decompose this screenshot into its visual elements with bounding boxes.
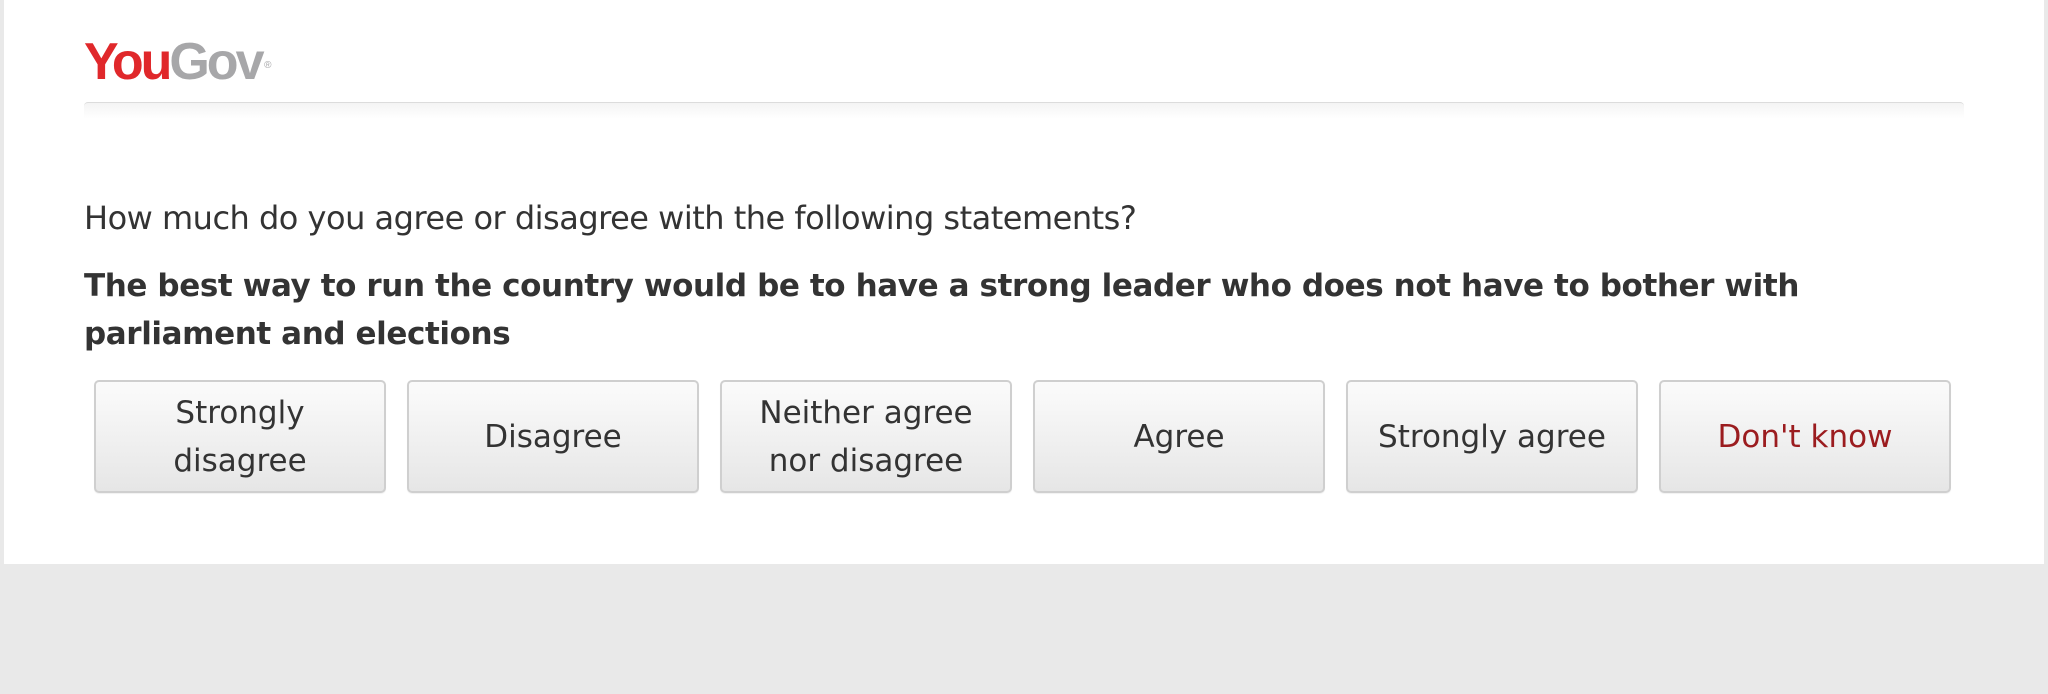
statement-text: The best way to run the country would be… bbox=[84, 268, 1799, 352]
option-neither-button[interactable]: Neither agree nor disagree bbox=[720, 380, 1012, 493]
option-label: Neither agree nor disagree bbox=[759, 394, 973, 479]
header-divider bbox=[84, 102, 1964, 119]
logo-you-text: You bbox=[84, 33, 172, 91]
answer-options: Strongly disagree Disagree Neither agree… bbox=[94, 380, 1951, 493]
option-label: Disagree bbox=[484, 418, 622, 455]
option-label: Strongly agree bbox=[1378, 418, 1606, 455]
option-label: Strongly disagree bbox=[173, 394, 307, 479]
option-label: Don't know bbox=[1717, 418, 1893, 455]
option-dont-know-button[interactable]: Don't know bbox=[1659, 380, 1951, 493]
option-strongly-disagree-button[interactable]: Strongly disagree bbox=[94, 380, 386, 493]
logo-gov-text: Gov bbox=[169, 33, 264, 91]
option-strongly-agree-button[interactable]: Strongly agree bbox=[1346, 380, 1638, 493]
yougov-logo: YouGov ® bbox=[84, 32, 272, 92]
option-agree-button[interactable]: Agree bbox=[1033, 380, 1325, 493]
question-text: How much do you agree or disagree with t… bbox=[84, 199, 1137, 237]
registered-mark: ® bbox=[264, 60, 272, 71]
option-label: Agree bbox=[1133, 418, 1225, 455]
option-disagree-button[interactable]: Disagree bbox=[407, 380, 699, 493]
